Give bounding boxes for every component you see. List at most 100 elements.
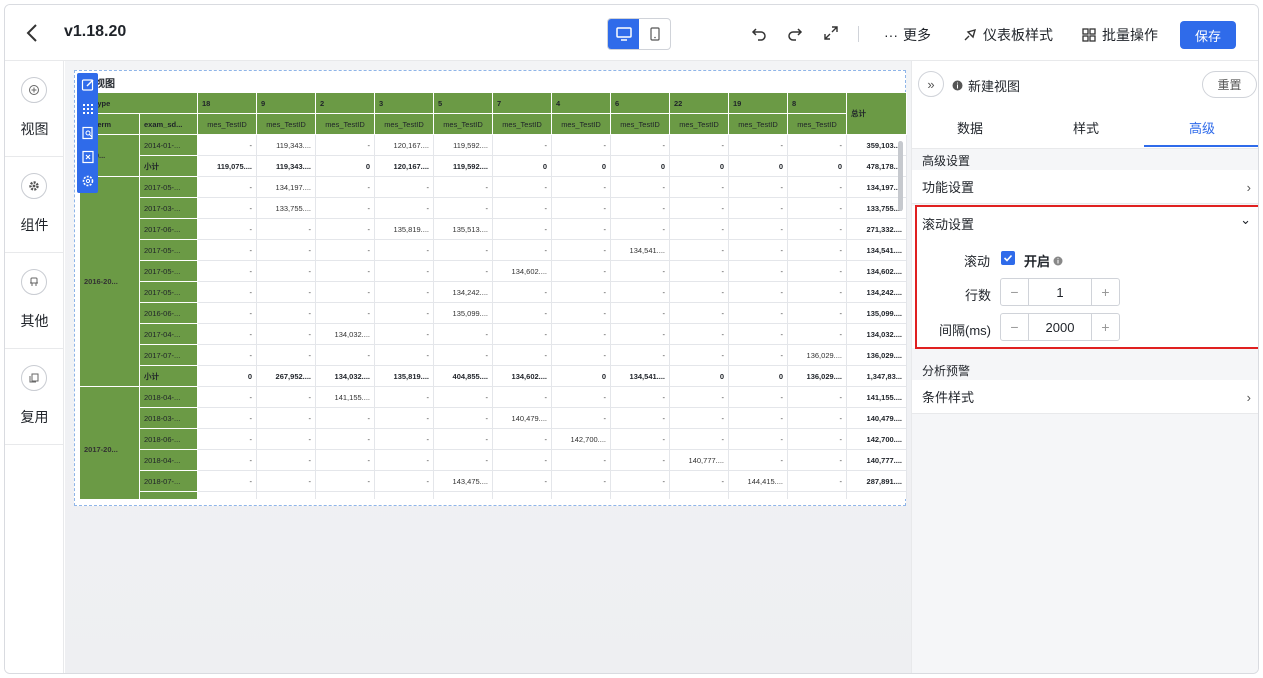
- table-cell: 119,343....: [256, 134, 316, 156]
- row-label-cell: 2017-05-...: [139, 176, 198, 198]
- nav-item-reuse[interactable]: 复用: [5, 349, 64, 445]
- save-button[interactable]: 保存: [1180, 21, 1236, 49]
- tab-style[interactable]: 样式: [1028, 105, 1144, 149]
- table-cell: -: [728, 302, 788, 324]
- table-cell: -: [728, 428, 788, 450]
- mobile-view-button[interactable]: [639, 19, 670, 49]
- table-row: 2018-05-...-------141,689....---141,689.…: [80, 491, 907, 499]
- table-cell: -: [787, 386, 847, 408]
- row-label-cell: 2014-01-...: [139, 134, 198, 156]
- nav-item-other[interactable]: 其他: [5, 253, 64, 349]
- redo-icon[interactable]: [785, 23, 805, 43]
- row-label-cell: 2018-03-...: [139, 407, 198, 429]
- fullscreen-icon[interactable]: [821, 23, 841, 43]
- collapse-panel-icon[interactable]: »: [918, 71, 944, 97]
- desktop-view-button[interactable]: [608, 19, 639, 49]
- table-cell: -: [787, 134, 847, 156]
- table-cell: 136,029....: [787, 365, 847, 387]
- preview-icon[interactable]: [80, 124, 96, 141]
- tab-data[interactable]: 数据: [912, 105, 1028, 149]
- table-cell: -: [728, 323, 788, 345]
- table-cell: -: [315, 449, 375, 471]
- table-cell: -: [551, 449, 611, 471]
- export-excel-icon[interactable]: [80, 148, 96, 165]
- batch-operation-button[interactable]: 批量操作: [1081, 25, 1158, 45]
- table-cell: -: [610, 260, 670, 282]
- table-cell: 119,592....: [433, 155, 493, 177]
- left-nav: 视图 组件 其他 复用: [5, 61, 64, 673]
- undo-icon[interactable]: [749, 23, 769, 43]
- settings-icon[interactable]: [80, 172, 96, 189]
- group-label-cell: 2017-20...: [79, 386, 140, 499]
- table-cell: 134,602....: [492, 365, 552, 387]
- dashboard-style-button[interactable]: 仪表板样式: [962, 25, 1053, 45]
- table-cell: -: [610, 407, 670, 429]
- pivot-table: m_type18923574622198总计m_termexam_sd...me…: [79, 92, 907, 499]
- table-cell: 0: [787, 155, 847, 177]
- table-cell: -: [315, 260, 375, 282]
- nav-item-view[interactable]: 视图: [5, 61, 64, 157]
- table-row: 2017-05-... - - - - -134,602.... - - - - -134,602.…: [80, 260, 907, 282]
- nav-item-component[interactable]: 组件: [5, 157, 64, 253]
- table-cell: -: [433, 449, 493, 471]
- table-cell: -: [197, 386, 257, 408]
- conditional-style-row[interactable]: 条件样式 ›: [912, 380, 1258, 414]
- table-cell: 142,700....: [551, 428, 611, 450]
- table-cell: -: [728, 491, 788, 499]
- analysis-warning-heading: 分析预警: [922, 364, 971, 378]
- table-cell: -: [669, 386, 729, 408]
- table-cell: -: [197, 134, 257, 156]
- more-button[interactable]: ··· 更多: [884, 25, 931, 45]
- table-row: 2017-06-... - - -135,819.... 135,513.... - - - -…: [80, 218, 907, 240]
- column-header: 总计: [846, 92, 907, 135]
- edit-icon[interactable]: [80, 76, 96, 93]
- column-subheader: mes_TestID: [197, 113, 257, 135]
- column-header: 19: [728, 92, 788, 114]
- reset-button[interactable]: 重置: [1202, 71, 1257, 98]
- table-cell: -: [374, 323, 434, 345]
- table-cell: -: [669, 176, 729, 198]
- function-settings-row[interactable]: 功能设置 ›: [912, 170, 1258, 204]
- table-cell: -: [669, 302, 729, 324]
- table-cell: -: [433, 176, 493, 198]
- table-cell: -: [787, 428, 847, 450]
- table-row: 2016-06-... - - - -135,099.... - - - - - -135,099.…: [80, 302, 907, 324]
- subtotal-row: 小计 119,075.... 119,343.... 0 120,167.... 119,…: [80, 155, 907, 177]
- table-cell: -: [315, 197, 375, 219]
- table-row: 2017-05-... - - - - - - -134,541.... - - -134,541.…: [80, 239, 907, 261]
- ellipsis-icon: ···: [884, 27, 898, 43]
- panel-header: » 新建视图 重置 数据 样式 高级: [912, 61, 1258, 149]
- pivot-table-container[interactable]: m_type18923574622198总计m_termexam_sd...me…: [79, 92, 907, 499]
- table-cell: -: [787, 218, 847, 240]
- back-icon[interactable]: [23, 22, 43, 44]
- table-cell: 0: [551, 155, 611, 177]
- table-cell: -: [433, 239, 493, 261]
- phone-icon: [649, 27, 660, 41]
- top-bar: v1.18.20 ··· 更多 仪表板样式 批量操作 保存: [5, 5, 1258, 61]
- table-row: 2018-03-... - - - - -140,479.... - - - - -140,479.…: [80, 407, 907, 429]
- table-cell: -: [610, 281, 670, 303]
- table-cell: -: [610, 197, 670, 219]
- table-cell: 135,819....: [374, 218, 434, 240]
- table-cell: -: [433, 386, 493, 408]
- table-cell: -: [315, 176, 375, 198]
- table-cell: -: [374, 344, 434, 366]
- table-cell: -: [433, 344, 493, 366]
- table-scrollbar[interactable]: [898, 141, 903, 211]
- column-subheader: mes_TestID: [669, 113, 729, 135]
- table-row: 2017-05-... - - - -134,242.... - - - - - -134,242.…: [80, 281, 907, 303]
- table-cell: -: [492, 218, 552, 240]
- tab-advanced[interactable]: 高级: [1144, 105, 1258, 149]
- table-cell: 404,855....: [433, 365, 493, 387]
- total-cell: 271,332....: [846, 218, 907, 240]
- column-header: 4: [551, 92, 611, 114]
- table-grid-icon[interactable]: [80, 100, 96, 117]
- row-label-cell: 2017-05-...: [139, 260, 198, 282]
- table-cell: -: [374, 407, 434, 429]
- table-cell: -: [315, 302, 375, 324]
- table-cell: -: [551, 344, 611, 366]
- monitor-icon: [615, 27, 632, 41]
- pivot-table-widget[interactable]: 视图 m_type18923574622198总计m_termexam_sd..…: [74, 70, 907, 506]
- version-title: v1.18.20: [64, 23, 127, 40]
- table-cell: -: [728, 260, 788, 282]
